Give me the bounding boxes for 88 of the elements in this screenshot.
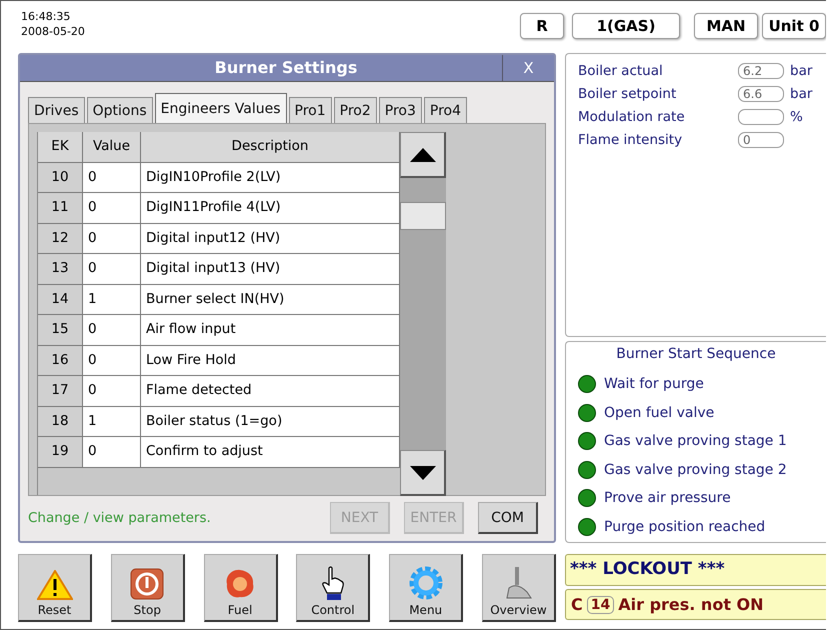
value-field: 6.2 — [738, 62, 784, 78]
table-cell: 14 — [38, 284, 83, 314]
reading-label: Boiler actual — [578, 62, 664, 78]
toolbar-button[interactable]: Menu — [389, 554, 464, 622]
table-cell: DigIN10Profile 2(LV) — [141, 162, 400, 192]
toolbar-button[interactable]: Control — [296, 554, 370, 622]
table-cell: 12 — [38, 224, 83, 253]
table-cell: Air flow input — [141, 315, 400, 344]
time-label: 16:48:35 — [21, 9, 72, 24]
table-cell: 15 — [38, 315, 83, 344]
unit-label: bar — [790, 62, 812, 78]
date-label: 2008-05-20 — [21, 24, 85, 39]
tab[interactable]: Pro2 — [334, 97, 377, 123]
toolbar-button[interactable]: Stop — [110, 554, 185, 622]
sequence-title: Burner Start Sequence — [615, 346, 777, 364]
table-cell: Flame detected — [141, 376, 400, 406]
step-label: Gas valve proving stage 1 — [604, 433, 787, 450]
table-cell: 0 — [83, 376, 141, 406]
warning-icon — [36, 570, 72, 600]
table-cell: 1 — [83, 406, 141, 436]
table-cell: 19 — [38, 437, 83, 466]
table-cell: 0 — [83, 254, 141, 284]
column-header: Value — [83, 132, 141, 162]
column-header: EK — [38, 132, 83, 162]
table-cell: DigIN11Profile 4(LV) — [141, 193, 400, 222]
table-cell: 0 — [83, 346, 141, 375]
hint-text: Change / view parameters. — [28, 510, 212, 526]
tab[interactable]: Pro4 — [424, 97, 467, 123]
step-label: Wait for purge — [604, 376, 704, 392]
status-indicator: 1(GAS) — [572, 13, 680, 39]
table-cell: Digital input13 (HV) — [141, 254, 400, 284]
down-arrow-icon — [410, 466, 436, 480]
unit-label: % — [790, 108, 803, 124]
table-cell: 10 — [38, 162, 83, 192]
table-cell: 0 — [83, 315, 141, 344]
table-cell: 0 — [83, 437, 141, 466]
table-cell: 16 — [38, 346, 83, 375]
tab[interactable]: Pro1 — [288, 97, 332, 123]
alarm-text: Air pres. not ON — [618, 595, 764, 614]
step-label: Purge position reached — [604, 518, 766, 535]
tab[interactable]: Options — [86, 97, 153, 123]
scroll-down-button[interactable] — [400, 450, 446, 496]
reading-label: Boiler setpoint — [578, 86, 678, 102]
tab[interactable]: Pro3 — [378, 97, 422, 123]
toolbar-button[interactable]: Overview — [482, 554, 556, 622]
scroll-thumb[interactable] — [400, 202, 446, 230]
column-header: Description — [141, 132, 400, 162]
scrollbar[interactable] — [400, 132, 446, 496]
table-cell: Low Fire Hold — [141, 346, 400, 375]
value-field: 0 — [738, 132, 784, 148]
table-cell: 1 — [83, 284, 141, 314]
table-cell: 13 — [38, 254, 83, 284]
tab[interactable]: Engineers Values — [154, 93, 286, 123]
dialog-title: Burner Settings — [214, 57, 358, 79]
table-cell: 0 — [83, 224, 141, 253]
alarm-status: *** LOCKOUT *** — [565, 554, 826, 586]
pointing-hand-icon — [320, 566, 345, 600]
alarm-code: 14 — [586, 596, 614, 614]
value-field — [738, 108, 784, 124]
up-arrow-icon — [410, 148, 436, 162]
table-cell: Confirm to adjust — [141, 437, 400, 466]
reading-label: Modulation rate — [578, 108, 686, 124]
status-indicator: MAN — [694, 13, 758, 39]
table-cell: 0 — [83, 162, 141, 192]
power-icon — [130, 568, 164, 600]
flame-icon — [224, 568, 256, 600]
step-label: Prove air pressure — [604, 490, 731, 506]
table-cell: 17 — [38, 376, 83, 406]
table-cell: 11 — [38, 193, 83, 222]
step-label: Gas valve proving stage 2 — [604, 462, 787, 478]
unit-label: bar — [790, 86, 812, 102]
gear-icon — [408, 566, 443, 600]
tab[interactable]: Drives — [28, 97, 85, 123]
table-cell: Boiler status (1=go) — [141, 406, 400, 436]
table-cell: Digital input12 (HV) — [141, 224, 400, 253]
toolbar-button[interactable]: Reset — [18, 554, 92, 622]
status-indicator: Unit 0 — [762, 13, 826, 39]
status-indicator: R — [520, 13, 564, 39]
table-cell: Burner select IN(HV) — [141, 284, 400, 314]
alarm-prefix: C — [571, 595, 583, 614]
action-button[interactable]: COM — [478, 502, 538, 534]
table-cell: 18 — [38, 406, 83, 436]
toolbar-button[interactable]: Fuel — [204, 554, 278, 622]
scroll-up-button[interactable] — [400, 132, 446, 178]
table-cell: 0 — [83, 193, 141, 222]
reading-label: Flame intensity — [578, 132, 684, 148]
value-field: 6.6 — [738, 86, 784, 102]
step-label: Open fuel valve — [604, 404, 714, 421]
